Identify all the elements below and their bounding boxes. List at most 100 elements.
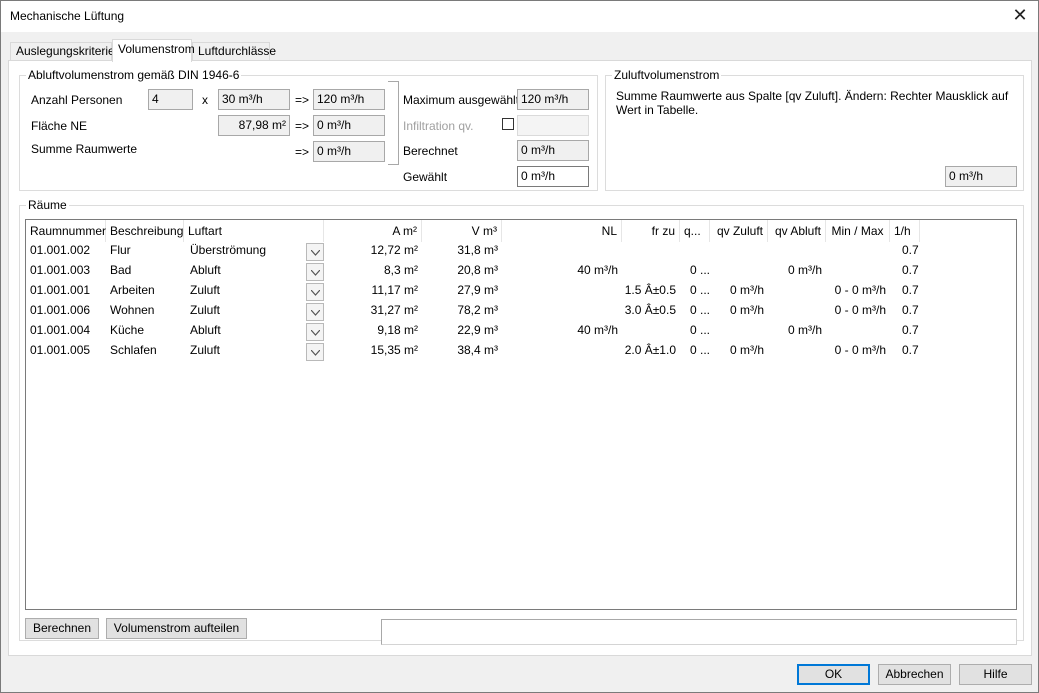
col-min-max[interactable]: Min / Max — [826, 220, 890, 242]
maximum-label: Maximum ausgewählt — [403, 93, 520, 107]
chevron-down-icon — [311, 250, 320, 256]
cell-min-max: 0 - 0 m³/h — [834, 303, 886, 317]
abbrechen-button[interactable]: Abbrechen — [878, 664, 951, 685]
col-fr-zu[interactable]: fr zu — [622, 220, 680, 242]
table-row[interactable]: 01.001.006 Wohnen Zuluft 31,27 m² 78,2 m… — [26, 300, 1016, 321]
cell-luftwechsel: 0.7 — [902, 303, 919, 317]
cell-beschreibung: Arbeiten — [110, 283, 155, 297]
berechnen-button[interactable]: Berechnen — [25, 618, 99, 639]
infiltration-checkbox[interactable] — [502, 118, 514, 130]
cell-v: 22,9 m³ — [457, 323, 498, 337]
bracket-divider — [388, 81, 399, 165]
col-v[interactable]: V m³ — [422, 220, 502, 242]
gewaehlt-field[interactable]: 0 m³/h — [517, 166, 589, 187]
arrow-summe: => — [295, 145, 310, 159]
table-row[interactable]: 01.001.005 Schlafen Zuluft 15,35 m² 38,4… — [26, 340, 1016, 361]
cell-nl — [502, 280, 618, 300]
cell-v: 20,8 m³ — [457, 263, 498, 277]
cell-luftart: Überströmung — [190, 243, 267, 257]
zuluft-value-field: 0 m³/h — [945, 166, 1017, 187]
tab-luftdurchlaesse[interactable]: Luftdurchlässe — [192, 42, 276, 61]
col-qv-zuluft[interactable]: qv Zuluft — [710, 220, 768, 242]
cell-qv-abluft — [768, 300, 822, 320]
col-nl[interactable]: NL — [502, 220, 622, 242]
tab-volumenstrom[interactable]: Volumenstrom — [112, 39, 195, 62]
luftart-dropdown[interactable] — [306, 343, 324, 361]
col-beschreibung[interactable]: Beschreibung — [106, 220, 184, 242]
table-row[interactable]: 01.001.004 Küche Abluft 9,18 m² 22,9 m³ … — [26, 320, 1016, 341]
cell-v: 38,4 m³ — [457, 343, 498, 357]
col-raumnummer[interactable]: Raumnummer — [26, 220, 106, 242]
cell-qv-abluft: 0 m³/h — [787, 263, 822, 277]
arrow-flaeche: => — [295, 119, 310, 133]
cell-a: 15,35 m² — [370, 343, 418, 357]
arrow-personen: => — [295, 93, 310, 107]
cell-nl — [502, 240, 618, 260]
window-title: Mechanische Lüftung — [10, 9, 125, 23]
ok-button[interactable]: OK — [797, 664, 870, 685]
chevron-down-icon — [311, 290, 320, 296]
cell-fr-zu: 1.5 Â±0.5 — [624, 283, 676, 297]
cell-luftwechsel: 0.7 — [902, 283, 919, 297]
anzahl-personen-field[interactable]: 4 — [148, 89, 193, 110]
abluft-group: Abluftvolumenstrom gemäß DIN 1946-6 Anza… — [19, 68, 598, 191]
luftart-dropdown[interactable] — [306, 323, 324, 341]
zuluft-group: Zuluftvolumenstrom Summe Raumwerte aus S… — [605, 68, 1024, 191]
cell-qv-zuluft: 0 m³/h — [729, 303, 764, 317]
cell-nl: 40 m³/h — [577, 263, 618, 277]
luftart-dropdown[interactable] — [306, 263, 324, 281]
cell-q: 0 ... — [690, 343, 711, 357]
cell-v: 31,8 m³ — [457, 243, 498, 257]
col-q[interactable]: q... — [680, 220, 710, 242]
col-a[interactable]: A m² — [324, 220, 422, 242]
tab-panel: Abluftvolumenstrom gemäß DIN 1946-6 Anza… — [8, 60, 1032, 656]
cell-min-max: 0 - 0 m³/h — [834, 343, 886, 357]
cell-raumnummer: 01.001.001 — [30, 283, 91, 297]
anzahl-personen-label: Anzahl Personen — [31, 93, 123, 107]
cell-qv-abluft — [768, 280, 822, 300]
per-person-field[interactable]: 30 m³/h — [218, 89, 290, 110]
col-qv-abluft[interactable]: qv Abluft — [768, 220, 826, 242]
cell-fr-zu: 3.0 Â±0.5 — [624, 303, 676, 317]
luftart-dropdown[interactable] — [306, 303, 324, 321]
cell-beschreibung: Küche — [110, 323, 145, 337]
gewaehlt-label: Gewählt — [403, 170, 448, 184]
cell-min-max: 0 - 0 m³/h — [834, 283, 886, 297]
hilfe-button[interactable]: Hilfe — [959, 664, 1032, 685]
volumenstrom-aufteilen-button[interactable]: Volumenstrom aufteilen — [106, 618, 247, 639]
cell-min-max — [826, 240, 886, 260]
cell-fr-zu — [622, 320, 676, 340]
cell-a: 8,3 m² — [383, 263, 418, 277]
cell-min-max — [826, 260, 886, 280]
cell-nl — [502, 340, 618, 360]
cell-luftwechsel: 0.7 — [902, 323, 919, 337]
cell-fr-zu: 2.0 Â±1.0 — [624, 343, 676, 357]
cell-fr-zu — [622, 240, 676, 260]
table-row[interactable]: 01.001.001 Arbeiten Zuluft 11,17 m² 27,9… — [26, 280, 1016, 301]
cell-raumnummer: 01.001.004 — [30, 323, 91, 337]
cell-beschreibung: Bad — [110, 263, 132, 277]
cell-qv-zuluft — [710, 320, 764, 340]
luftart-dropdown[interactable] — [306, 283, 324, 301]
cell-qv-zuluft: 0 m³/h — [729, 283, 764, 297]
infiltration-field[interactable] — [517, 115, 589, 136]
close-icon[interactable]: ✕ — [1012, 6, 1028, 24]
cell-luftart: Zuluft — [190, 283, 221, 297]
cell-a: 9,18 m² — [377, 323, 418, 337]
cell-nl — [502, 300, 618, 320]
cell-luftwechsel: 0.7 — [902, 243, 919, 257]
col-luftart[interactable]: Luftart — [184, 220, 324, 242]
cell-a: 31,27 m² — [370, 303, 418, 317]
dialog-window: Mechanische Lüftung ✕ Auslegungskriterie… — [0, 0, 1039, 693]
col-luftwechsel[interactable]: 1/h — [890, 220, 920, 242]
cell-a: 11,17 m² — [371, 283, 418, 297]
table-row[interactable]: 01.001.002 Flur Überströmung 12,72 m² 31… — [26, 240, 1016, 261]
luftart-dropdown[interactable] — [306, 243, 324, 261]
cell-qv-abluft: 0 m³/h — [787, 323, 822, 337]
tab-auslegungskriterien[interactable]: Auslegungskriterien — [10, 42, 121, 61]
cell-q: 0 ... — [690, 263, 711, 277]
flaeche-label: Fläche NE — [31, 119, 88, 133]
table-row[interactable]: 01.001.003 Bad Abluft 8,3 m² 20,8 m³ 40 … — [26, 260, 1016, 281]
summe-result-field: 0 m³/h — [313, 141, 385, 162]
cell-raumnummer: 01.001.006 — [30, 303, 91, 317]
